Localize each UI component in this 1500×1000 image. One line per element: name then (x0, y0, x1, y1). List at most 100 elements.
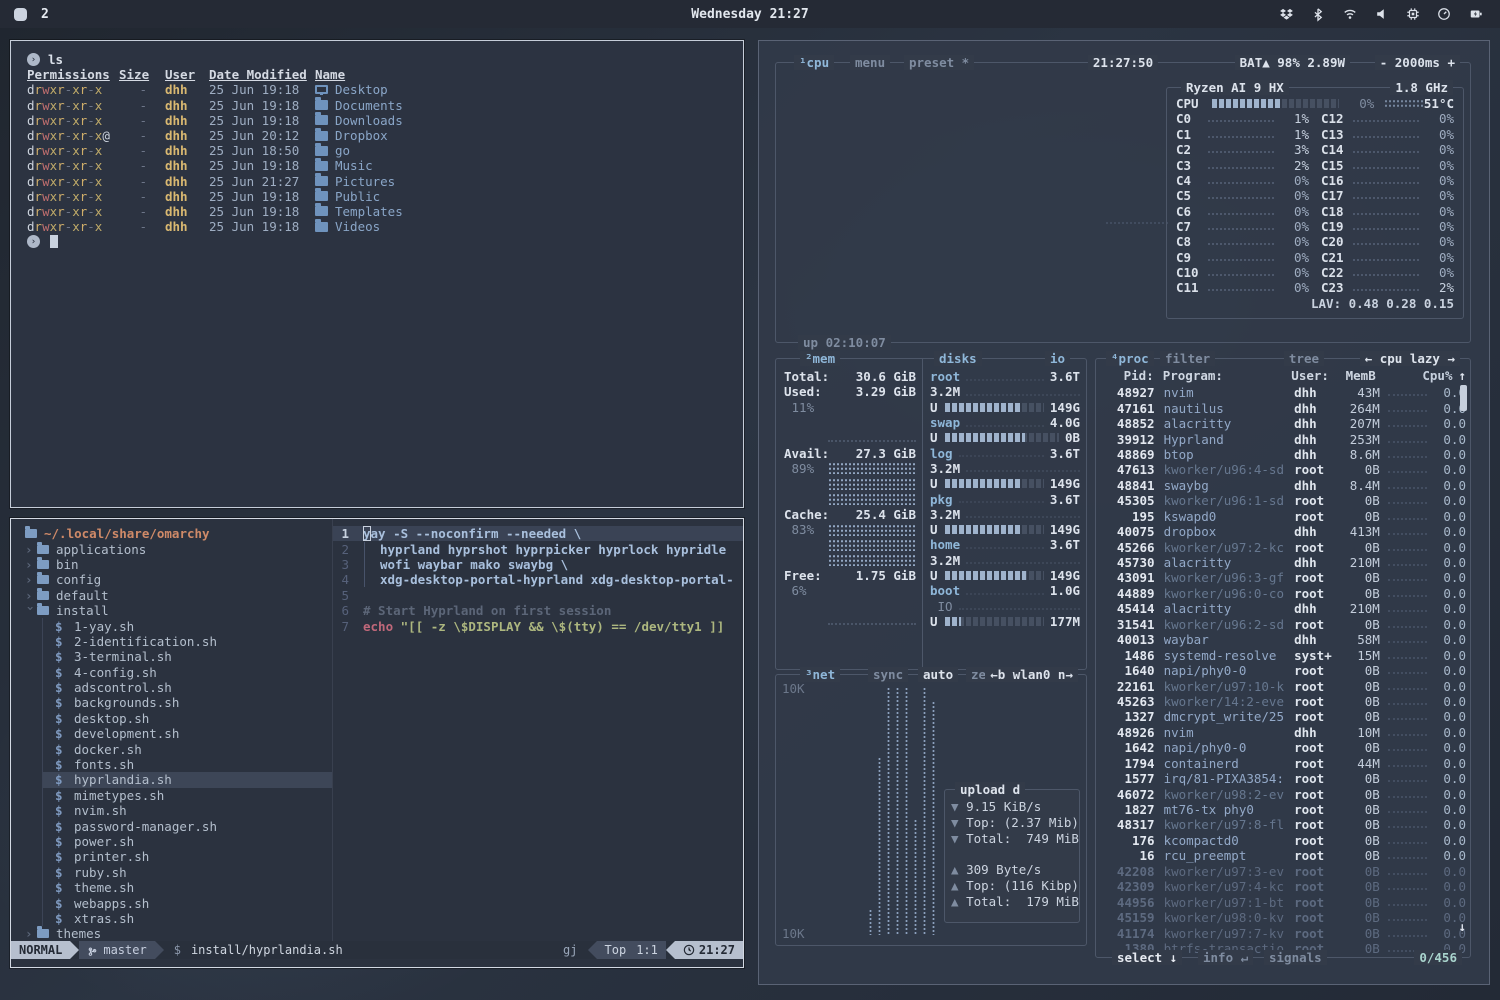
tree-item-docker-sh[interactable]: $docker.sh (43, 741, 332, 756)
tree-item-power-sh[interactable]: $power.sh (43, 834, 332, 849)
process-row[interactable]: 48317kworker/u97:8-flroot0B0.0 (1100, 817, 1466, 832)
tree-item-xtras-sh[interactable]: $xtras.sh (43, 911, 332, 926)
process-row[interactable]: 42309kworker/u97:4-kcroot0B0.0 (1100, 879, 1466, 894)
proc-filter[interactable]: filter (1160, 351, 1215, 366)
proc-mini-graph (1388, 590, 1427, 597)
process-row[interactable]: 1642napi/phy0-0root0B0.0 (1100, 740, 1466, 755)
process-row[interactable]: 48926nvimdhh10M0.0 (1100, 725, 1466, 740)
process-row[interactable]: 48927nvimdhh43M0.0 (1100, 385, 1466, 400)
tree-item-applications[interactable]: ›applications (21, 541, 332, 556)
process-row[interactable]: 1640napi/phy0-0root0B0.0 (1100, 663, 1466, 678)
process-row[interactable]: 195kswapd0root0B0.0 (1100, 509, 1466, 524)
process-row[interactable]: 1486systemd-resolvesyst+15M0.0 (1100, 647, 1466, 662)
tree-item-mimetypes-sh[interactable]: $mimetypes.sh (43, 788, 332, 803)
tree-item-webapps-sh[interactable]: $webapps.sh (43, 895, 332, 910)
core-row-c19: C190% (1321, 219, 1454, 234)
process-row[interactable]: 45730alacrittydhh210M0.0 (1100, 555, 1466, 570)
terminal-prompt-line-2[interactable]: › (27, 234, 727, 249)
process-row[interactable]: 47613kworker/u96:4-sdroot0B0.0 (1100, 462, 1466, 477)
process-row[interactable]: 43091kworker/u96:3-gfroot0B0.0 (1100, 570, 1466, 585)
proc-select-hint[interactable]: select ↓ (1112, 950, 1182, 965)
proc-col-program[interactable]: Program: (1163, 368, 1292, 383)
process-row[interactable]: 39912Hyprlanddhh253M0.0 (1100, 431, 1466, 446)
tree-item-theme-sh[interactable]: $theme.sh (43, 880, 332, 895)
proc-tree-toggle[interactable]: tree (1284, 351, 1324, 366)
tree-item-nvim-sh[interactable]: $nvim.sh (43, 803, 332, 818)
terminal-window[interactable]: › ls Permissions Size User Date Modified… (10, 40, 744, 508)
tree-item-development-sh[interactable]: $development.sh (43, 726, 332, 741)
tab-menu[interactable]: menu (850, 55, 890, 70)
tree-item-4-config-sh[interactable]: $4-config.sh (43, 665, 332, 680)
process-row[interactable]: 1577irq/81-PIXA3854:root0B0.0 (1100, 771, 1466, 786)
process-row[interactable]: 176kcompactd0root0B0.0 (1100, 833, 1466, 848)
proc-signals-hint[interactable]: signals (1264, 950, 1327, 965)
net-tab-sync[interactable]: sync (868, 667, 908, 682)
tree-item-1-yay-sh[interactable]: $1-yay.sh (43, 618, 332, 633)
scroll-down-arrow[interactable]: ↓ (1458, 919, 1466, 934)
tree-item-password-manager-sh[interactable]: $password-manager.sh (43, 818, 332, 833)
net-title[interactable]: ³net (800, 667, 840, 682)
tree-item-ruby-sh[interactable]: $ruby.sh (43, 865, 332, 880)
tree-item-printer-sh[interactable]: $printer.sh (43, 849, 332, 864)
proc-info-hint[interactable]: info ↵ (1198, 950, 1253, 965)
disks-title[interactable]: disks (934, 351, 982, 366)
process-row[interactable]: 31541kworker/u96:2-sdroot0B0.0 (1100, 617, 1466, 632)
btop-window[interactable]: ¹cpu menu preset * 21:27:50 BAT▲ 98% 2.8… (758, 40, 1490, 985)
tree-item-default[interactable]: ›default (21, 588, 332, 603)
tree-item-desktop-sh[interactable]: $desktop.sh (43, 711, 332, 726)
tree-item-hyprlandia-sh[interactable]: $hyprlandia.sh (43, 772, 332, 787)
tab-cpu[interactable]: ¹cpu (794, 55, 834, 70)
tree-item-2-identification-sh[interactable]: $2-identification.sh (43, 634, 332, 649)
tree-item-3-terminal-sh[interactable]: $3-terminal.sh (43, 649, 332, 664)
process-row[interactable]: 40013waybardhh58M0.0 (1100, 632, 1466, 647)
process-row[interactable]: 22161kworker/u97:10-kroot0B0.0 (1100, 678, 1466, 693)
proc-col-mem[interactable]: MemB (1335, 368, 1375, 383)
process-row[interactable]: 44956kworker/u97:1-btroot0B0.0 (1100, 894, 1466, 909)
process-row[interactable]: 1794containerdroot44M0.0 (1100, 756, 1466, 771)
disk-list: root3.6T3.2MU 149Gswap4.0GU 0Blog3.6T3.2… (930, 369, 1080, 629)
process-row[interactable]: 41174kworker/u97:7-kvroot0B0.0 (1100, 925, 1466, 940)
tree-item-install[interactable]: ›install (21, 603, 332, 618)
update-interval[interactable]: - 2000ms + (1375, 55, 1460, 70)
process-row[interactable]: 42208kworker/u97:3-evroot0B0.0 (1100, 864, 1466, 879)
tree-item-adscontrol-sh[interactable]: $adscontrol.sh (43, 680, 332, 695)
proc-sort[interactable]: ← cpu lazy → (1360, 351, 1460, 366)
nvim-window[interactable]: ~/.local/share/omarchy›applications›bin›… (10, 518, 744, 968)
process-row[interactable]: 46072kworker/u98:2-evroot0B0.0 (1100, 786, 1466, 801)
io-title[interactable]: io (1045, 351, 1070, 366)
process-row[interactable]: 45414alacrittydhh210M0.0 (1100, 601, 1466, 616)
process-row[interactable]: 1827mt76-tx phy0root0B0.0 (1100, 802, 1466, 817)
sort-direction-arrow[interactable]: ↑ (1458, 368, 1466, 383)
editor-pane[interactable]: 1yay -S --noconfirm --needed \2hyprland … (333, 519, 743, 941)
terminal-command: ls (48, 52, 63, 67)
tree-item-bin[interactable]: ›bin (21, 557, 332, 572)
net-interface[interactable]: ←b wlan0 n→ (985, 667, 1078, 682)
tree-item-themes[interactable]: ›themes (21, 926, 332, 941)
process-row[interactable]: 45159kworker/u98:0-kvroot0B0.0 (1100, 910, 1466, 925)
tree-item-backgrounds-sh[interactable]: $backgrounds.sh (43, 695, 332, 710)
process-row[interactable]: 47161nautilusdhh264M0.0 (1100, 400, 1466, 415)
proc-scrollbar[interactable] (1460, 385, 1467, 411)
process-row[interactable]: 45305kworker/u96:1-sdroot0B0.0 (1100, 493, 1466, 508)
proc-col-pid[interactable]: Pid: (1100, 368, 1154, 383)
process-row[interactable]: 40075dropboxdhh413M0.0 (1100, 524, 1466, 539)
process-row[interactable]: 45263kworker/14:2-everoot0B0.0 (1100, 694, 1466, 709)
process-row[interactable]: 1327dmcrypt_write/25root0B0.0 (1100, 709, 1466, 724)
process-row[interactable]: 48852alacrittydhh207M0.0 (1100, 416, 1466, 431)
process-row[interactable]: 48869btopdhh8.6M0.0 (1100, 447, 1466, 462)
process-row[interactable]: 48841swaybgdhh8.4M0.0 (1100, 478, 1466, 493)
proc-col-user[interactable]: User: (1291, 368, 1335, 383)
mem-title[interactable]: ²mem (800, 351, 840, 366)
tree-item-config[interactable]: ›config (21, 572, 332, 587)
tree-root[interactable]: ~/.local/share/omarchy (21, 526, 332, 541)
tree-item-fonts-sh[interactable]: $fonts.sh (43, 757, 332, 772)
process-row[interactable]: 16rcu_preemptroot0B0.0 (1100, 848, 1466, 863)
process-row[interactable]: 44889kworker/u96:0-coroot0B0.0 (1100, 586, 1466, 601)
core-meter (1353, 284, 1419, 291)
proc-title[interactable]: ⁴proc (1106, 351, 1154, 366)
tab-preset[interactable]: preset * (904, 55, 974, 70)
date-modified: 25 Jun 19:18 (209, 82, 313, 97)
proc-col-cpu[interactable]: Cpu% (1376, 368, 1453, 383)
net-tab-auto[interactable]: auto (918, 667, 958, 682)
process-row[interactable]: 45266kworker/u97:2-kcroot0B0.0 (1100, 539, 1466, 554)
